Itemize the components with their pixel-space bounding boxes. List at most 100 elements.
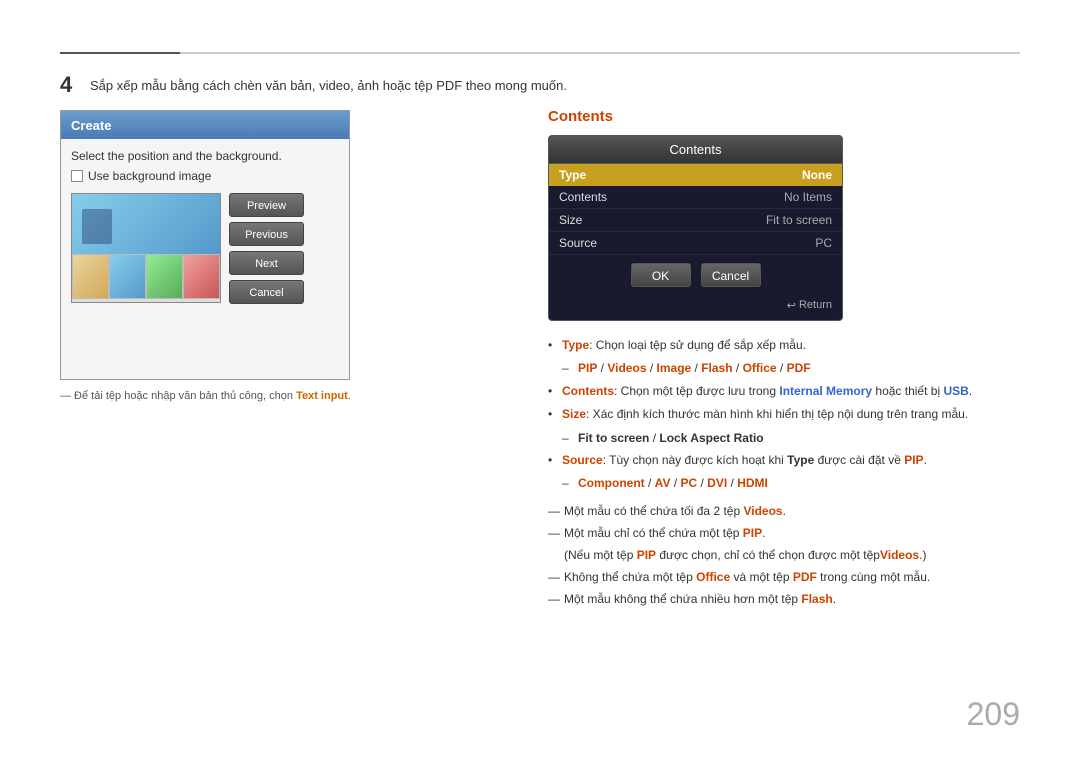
next-button[interactable]: Next xyxy=(229,251,304,275)
source-row-value: PC xyxy=(815,236,832,250)
note-dash-4: ― xyxy=(548,568,564,587)
note-dash-2: ― xyxy=(548,524,564,543)
preview-button[interactable]: Preview xyxy=(229,193,304,217)
step-description: Sắp xếp mẫu bằng cách chèn văn bản, vide… xyxy=(90,78,567,93)
note-5-text: Một mẫu không thể chứa nhiều hơn một tệp… xyxy=(564,590,836,609)
fit-to-screen-keyword: Fit to screen xyxy=(578,431,649,445)
size-row: Size Fit to screen xyxy=(549,209,842,232)
footnote-prefix: ― Để tải tệp hoặc nhập văn bản thủ công,… xyxy=(60,390,296,402)
contents-keyword: Contents xyxy=(562,384,614,398)
create-content-area: Preview Previous Next Cancel xyxy=(71,193,339,304)
dialog-button-column: Preview Previous Next Cancel xyxy=(229,193,304,304)
pdf-keyword: PDF xyxy=(787,361,811,375)
bullet-dot-4: • xyxy=(548,450,562,470)
office-ref: Office xyxy=(696,570,730,584)
sub-bullet-source-text: Component / AV / PC / DVI / HDMI xyxy=(578,473,768,493)
thumb-main xyxy=(72,194,220,254)
note-dash-5: ― xyxy=(548,590,564,609)
flash-keyword: Flash xyxy=(701,361,732,375)
note-2-text: Một mẫu chỉ có thể chứa một tệp PIP. xyxy=(564,524,765,543)
note-4: ― Không thể chứa một tệp Office và một t… xyxy=(548,568,1008,587)
bullet-contents-text: Contents: Chọn một tệp được lưu trong In… xyxy=(562,381,972,401)
note-dash-1: ― xyxy=(548,502,564,521)
component-keyword: Component xyxy=(578,476,645,490)
videos-ref-1: Videos xyxy=(743,504,782,518)
bullet-dot-1: • xyxy=(548,335,562,355)
return-label: Return xyxy=(799,299,832,312)
type-label: Type xyxy=(559,168,586,182)
sub-bullet-type: – PIP / Videos / Image / Flash / Office … xyxy=(562,358,1008,378)
thumb-cell-1 xyxy=(72,254,109,299)
sub-bullet-size-text: Fit to screen / Lock Aspect Ratio xyxy=(578,428,764,448)
sub-dash-3: – xyxy=(562,473,578,493)
contents-section-title: Contents xyxy=(548,108,1018,125)
source-keyword: Source xyxy=(562,453,603,467)
create-dialog: Create Select the position and the backg… xyxy=(60,110,350,380)
bullet-source: • Source: Tùy chọn này được kích hoạt kh… xyxy=(548,450,1008,470)
create-dialog-header: Create xyxy=(61,111,349,139)
dialog-ok-button[interactable]: OK xyxy=(631,263,691,287)
sub-dash-1: – xyxy=(562,358,578,378)
pip-ref-2: PIP xyxy=(743,526,762,540)
bullet-dot-2: • xyxy=(548,381,562,401)
sub-bullet-source: – Component / AV / PC / DVI / HDMI xyxy=(562,473,1008,493)
type-keyword: Type xyxy=(562,338,589,352)
footnote-link: Text input xyxy=(296,390,348,402)
notes-section: ― Một mẫu có thể chứa tối đa 2 tệp Video… xyxy=(548,502,1008,610)
size-keyword: Size xyxy=(562,407,586,421)
note-3-text: (Nếu một tệp PIP được chọn, chỉ có thể c… xyxy=(564,546,926,565)
type-row: Type None xyxy=(549,164,842,186)
footnote: ― Để tải tệp hoặc nhập văn bản thủ công,… xyxy=(60,390,351,402)
flash-ref: Flash xyxy=(801,592,832,606)
dialog-cancel-button[interactable]: Cancel xyxy=(701,263,761,287)
thumb-cell-2 xyxy=(109,254,146,299)
bullet-size-text: Size: Xác định kích thước màn hình khi h… xyxy=(562,404,968,424)
create-header-label: Create xyxy=(71,118,111,133)
note-1-text: Một mẫu có thể chứa tối đa 2 tệp Videos. xyxy=(564,502,786,521)
use-background-checkbox[interactable] xyxy=(71,170,83,182)
contents-dialog: Contents Type None Contents No Items Siz… xyxy=(548,135,843,321)
size-row-label: Size xyxy=(559,213,582,227)
bullet-contents: • Contents: Chọn một tệp được lưu trong … xyxy=(548,381,1008,401)
dialog-return: ↩ Return xyxy=(549,295,842,320)
figure-small xyxy=(82,209,112,244)
note-dash-3 xyxy=(548,546,564,565)
type-value: None xyxy=(802,168,832,182)
sub-dash-2: – xyxy=(562,428,578,448)
note-1: ― Một mẫu có thể chứa tối đa 2 tệp Video… xyxy=(548,502,1008,521)
videos-keyword: Videos xyxy=(607,361,646,375)
create-dialog-body: Select the position and the background. … xyxy=(61,139,349,314)
top-line xyxy=(60,52,1020,54)
pip-ref-3: PIP xyxy=(637,548,656,562)
source-row: Source PC xyxy=(549,232,842,255)
previous-button[interactable]: Previous xyxy=(229,222,304,246)
pc-keyword: PC xyxy=(680,476,697,490)
size-row-value: Fit to screen xyxy=(766,213,832,227)
videos-ref-3: Videos xyxy=(880,548,919,562)
note-5: ― Một mẫu không thể chứa nhiều hơn một t… xyxy=(548,590,1008,609)
contents-row: Contents No Items xyxy=(549,186,842,209)
use-background-label: Use background image xyxy=(88,169,211,183)
image-keyword: Image xyxy=(657,361,692,375)
right-section: Contents Contents Type None Contents No … xyxy=(548,108,1018,613)
footnote-suffix: . xyxy=(348,390,351,402)
av-keyword: AV xyxy=(655,476,671,490)
top-line-accent xyxy=(60,52,180,54)
cancel-button[interactable]: Cancel xyxy=(229,280,304,304)
note-4-text: Không thể chứa một tệp Office và một tệp… xyxy=(564,568,930,587)
note-2: ― Một mẫu chỉ có thể chứa một tệp PIP. xyxy=(548,524,1008,543)
dialog-action-buttons: OK Cancel xyxy=(549,255,842,295)
pdf-ref: PDF xyxy=(793,570,817,584)
contents-dialog-header: Contents xyxy=(549,136,842,164)
note-3: (Nếu một tệp PIP được chọn, chỉ có thể c… xyxy=(548,546,1008,565)
contents-row-label: Contents xyxy=(559,190,607,204)
use-background-checkbox-row: Use background image xyxy=(71,169,339,183)
thumb-cell-3 xyxy=(146,254,183,299)
sub-bullet-size: – Fit to screen / Lock Aspect Ratio xyxy=(562,428,1008,448)
office-keyword: Office xyxy=(743,361,777,375)
thumbnail-grid xyxy=(71,193,221,303)
bullet-section: • Type: Chọn loại tệp sử dụng để sắp xếp… xyxy=(548,335,1008,610)
pip-keyword: PIP xyxy=(578,361,597,375)
type-ref: Type xyxy=(787,453,814,467)
usb-keyword: USB xyxy=(943,384,968,398)
